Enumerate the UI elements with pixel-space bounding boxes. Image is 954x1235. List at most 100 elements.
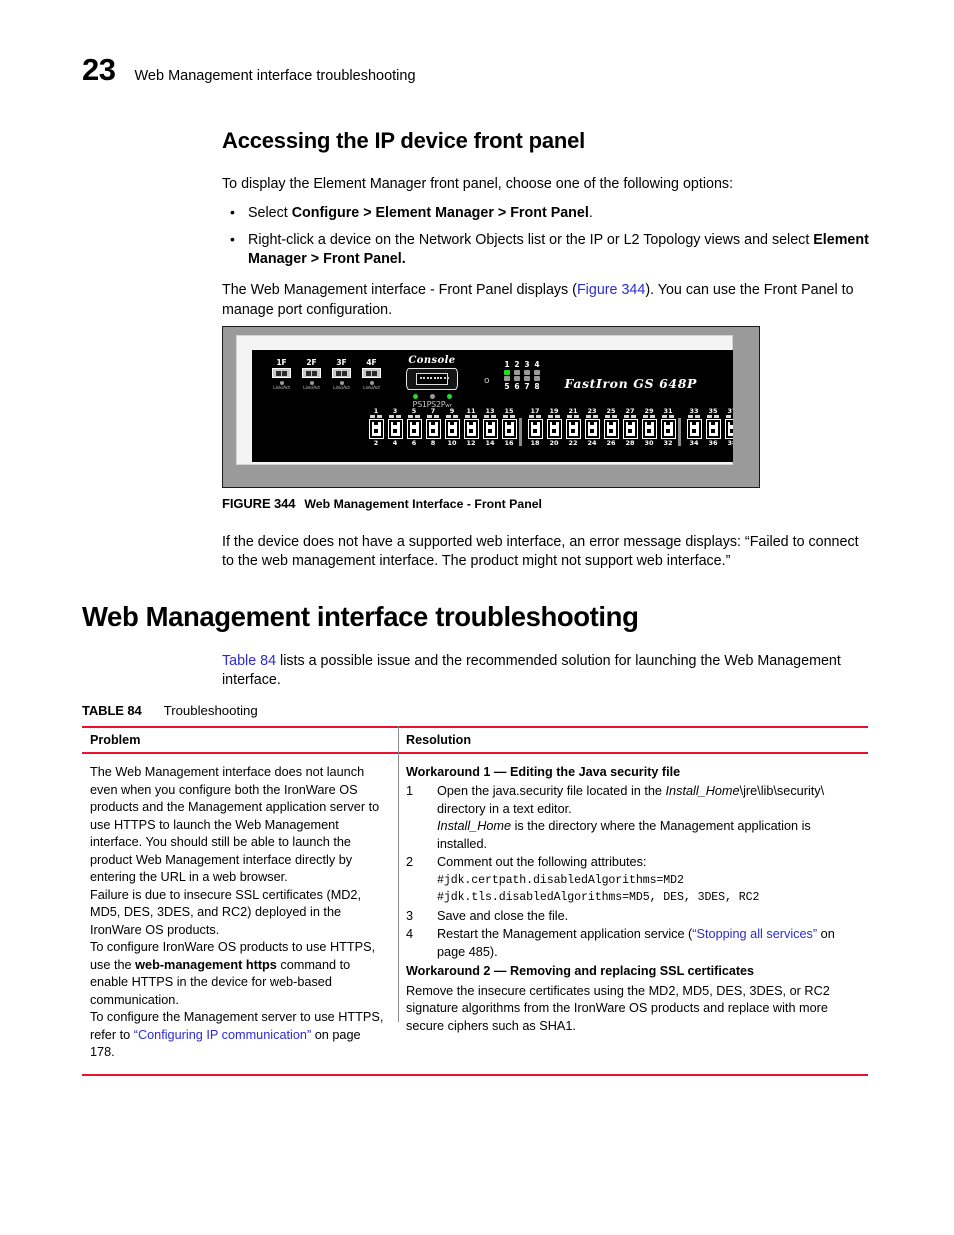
fiber-jack-icon [272, 368, 291, 378]
rj45-jack-icon[interactable] [444, 419, 460, 439]
port-led-icon [453, 415, 458, 418]
port-pair-3-4[interactable]: 34 [386, 407, 404, 447]
port-pair-33-34[interactable]: 33 34 [685, 407, 703, 447]
rj45-jack-icon[interactable] [603, 419, 619, 439]
rj45-jack-icon[interactable] [584, 419, 600, 439]
rj45-jack-icon[interactable] [641, 419, 657, 439]
port-pair-35-36[interactable]: 35 36 [704, 407, 722, 447]
port-pair-25-26[interactable]: 25 26 [602, 407, 620, 447]
rj45-jack-icon[interactable] [387, 419, 403, 439]
rj45-jack-icon[interactable] [482, 419, 498, 439]
port-pair-31-32[interactable]: 31 32 [659, 407, 677, 447]
port-pair-29-30[interactable]: 29 30 [640, 407, 658, 447]
rj45-upper-socket [530, 421, 540, 429]
port-pair-13-14[interactable]: 13 14 [481, 407, 499, 447]
port-led-icon [370, 415, 375, 418]
port-pair-19-20[interactable]: 19 20 [545, 407, 563, 447]
rj45-jack-icon[interactable] [686, 419, 702, 439]
port-pair-9-10[interactable]: 9 10 [443, 407, 461, 447]
status-led-7-icon [524, 376, 530, 381]
port-pair-21-22[interactable]: 21 22 [564, 407, 582, 447]
port-led-icon [688, 415, 693, 418]
rj45-jack-icon[interactable] [406, 419, 422, 439]
configuring-ip-communication-link[interactable]: “Configuring IP communication” [134, 1028, 311, 1042]
rj45-lower-socket [466, 429, 476, 436]
port-pair-37-38[interactable]: 37 38 [723, 407, 733, 447]
port-number-top: 33 [689, 407, 699, 415]
rj45-upper-socket [587, 421, 597, 429]
section-content: Accessing the IP device front panel To d… [222, 128, 870, 333]
port-number-bottom: 24 [587, 438, 597, 447]
port-led-icon [472, 415, 477, 418]
port-led-icon [650, 415, 655, 418]
port-led-icon [484, 415, 489, 418]
port-led-pair [424, 415, 442, 418]
list-item: 3 Save and close the file. [406, 908, 854, 926]
rj45-jack-icon[interactable] [546, 419, 562, 439]
table-84-link[interactable]: Table 84 [222, 653, 276, 669]
port-led-icon [643, 415, 648, 418]
port-number-bottom: 26 [606, 438, 616, 447]
table-title-label: TABLE 84 [82, 703, 142, 718]
step-number: 1 [406, 784, 414, 799]
port-led-pair [704, 415, 722, 418]
port-number-bottom: 8 [430, 438, 436, 447]
bullet-prefix: Select [248, 204, 292, 221]
port-number-bottom: 36 [708, 438, 718, 447]
port-led-icon [491, 415, 496, 418]
port-led-pair [545, 415, 563, 418]
port-led-pair [621, 415, 639, 418]
status-led-row-top [504, 370, 540, 375]
rj45-jack-icon[interactable] [565, 419, 581, 439]
rj45-jack-icon[interactable] [660, 419, 676, 439]
port-led-pair [602, 415, 620, 418]
port-number-top: 1 [373, 407, 379, 415]
rj45-upper-socket [549, 421, 559, 429]
list-item: 1 Open the java.security file located in … [406, 783, 854, 853]
port-pair-11-12[interactable]: 11 12 [462, 407, 480, 447]
rj45-upper-socket [409, 421, 419, 429]
port-pair-1-2[interactable]: 12 [367, 407, 385, 447]
rj45-jack-icon[interactable] [463, 419, 479, 439]
port-number-top: 9 [449, 407, 455, 415]
figure-ref-pre: The Web Management interface - Front Pan… [222, 282, 577, 299]
rj45-lower-socket [504, 429, 514, 436]
rj45-lower-socket [587, 429, 597, 436]
rj45-jack-icon[interactable] [501, 419, 517, 439]
figure-344-link[interactable]: Figure 344 [577, 282, 645, 298]
port-block-2: 17 18 19 20 21 22 23 24 25 26 27 28 29 30 31 32 [526, 407, 678, 447]
port-pair-17-18[interactable]: 17 18 [526, 407, 544, 447]
port-pair-7-8[interactable]: 78 [424, 407, 442, 447]
port-number-bottom: 32 [663, 438, 673, 447]
port-number-top: 23 [587, 407, 597, 415]
led-number: 2 [514, 360, 520, 369]
port-number-top: 27 [625, 407, 635, 415]
rj45-jack-icon[interactable] [527, 419, 543, 439]
device-front-panel-graphic: 1F Link/Act 2F Link/Act 3F Link/Act 4F L… [252, 350, 733, 462]
port-pair-5-6[interactable]: 56 [405, 407, 423, 447]
port-pair-27-28[interactable]: 27 28 [621, 407, 639, 447]
problem-paragraph-2: Failure is due to insecure SSL certifica… [90, 887, 362, 937]
port-number-bottom: 34 [689, 438, 699, 447]
bullet-suffix: . [588, 204, 593, 221]
rj45-lower-socket [644, 429, 654, 436]
port-block-divider [678, 407, 685, 446]
stopping-all-services-link[interactable]: “Stopping all services” [692, 927, 817, 941]
list-item: Select Configure > Element Manager > Fro… [222, 203, 870, 223]
rj45-jack-icon[interactable] [368, 419, 384, 439]
port-number-top: 25 [606, 407, 616, 415]
rj45-jack-icon[interactable] [724, 419, 733, 439]
status-led-1-icon [504, 370, 510, 375]
port-block-1: 1 2 3 4 5 6 7 8 9 10 11 12 13 14 15 16 [367, 407, 519, 447]
port-led-icon [707, 415, 712, 418]
port-pair-15-16[interactable]: 15 16 [500, 407, 518, 447]
port-block-3: 33343536373839404142434445464748 [685, 407, 733, 447]
port-led-icon [612, 415, 617, 418]
figure-front-panel: 1F Link/Act 2F Link/Act 3F Link/Act 4F L… [222, 326, 760, 488]
status-led-3-icon [524, 370, 530, 375]
port-pair-23-24[interactable]: 23 24 [583, 407, 601, 447]
rj45-jack-icon[interactable] [622, 419, 638, 439]
rj45-upper-socket [606, 421, 616, 429]
rj45-jack-icon[interactable] [705, 419, 721, 439]
rj45-jack-icon[interactable] [425, 419, 441, 439]
